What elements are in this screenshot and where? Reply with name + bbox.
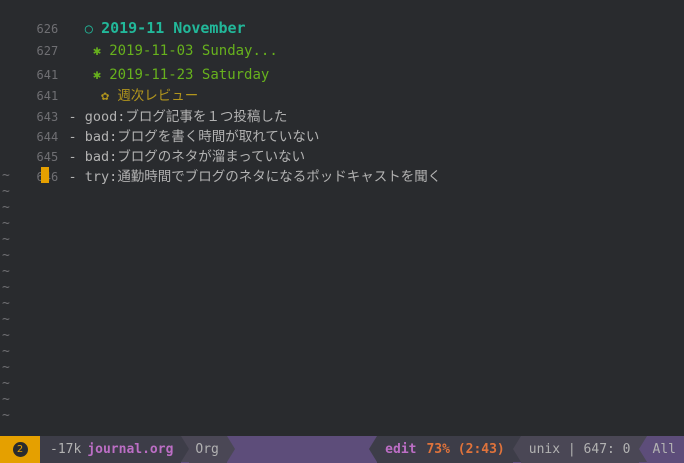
empty-line-marker: ~ xyxy=(2,296,10,311)
empty-line-marker: ~ xyxy=(2,360,10,375)
empty-line-marker: ~ xyxy=(2,200,10,215)
version-control-state[interactable]: edit xyxy=(377,436,427,463)
org-heading-level1[interactable]: 626 ○ 2019-11 November xyxy=(0,0,684,37)
org-heading-level2[interactable]: 627 ✱ 2019-11-03 Sunday... xyxy=(0,21,684,59)
list-item[interactable]: 646- try:通勤時間でブログのネタになるポッドキャストを聞く xyxy=(0,147,684,185)
empty-line-marker: ~ xyxy=(2,232,10,247)
evil-state-indicator[interactable]: 2 xyxy=(0,436,40,463)
org-heading-level3[interactable]: 641 ✿ 週次レビュー xyxy=(0,66,684,104)
powerline-separator xyxy=(369,436,378,462)
powerline-separator xyxy=(181,436,190,462)
empty-line-marker: ~ xyxy=(2,392,10,407)
list-item[interactable]: 643- good:ブログ記事を１つ投稿した xyxy=(0,87,684,125)
encoding-line-info[interactable]: unix | 647: 0 xyxy=(520,436,639,463)
empty-line-marker: ~ xyxy=(2,344,10,359)
empty-line-marker: ~ xyxy=(2,280,10,295)
empty-line-marker: ~ xyxy=(2,184,10,199)
list-key: try: xyxy=(84,169,118,185)
major-mode[interactable]: Org xyxy=(189,436,227,463)
empty-line-marker: ~ xyxy=(2,312,10,327)
powerline-separator xyxy=(638,436,647,462)
line-number: 646 xyxy=(33,167,69,187)
empty-line-marker: ~ xyxy=(2,168,10,183)
list-item[interactable]: 644- bad:ブログを書く時間が取れていない xyxy=(0,107,684,145)
empty-line-marker: ~ xyxy=(2,248,10,263)
empty-line-marker: ~ xyxy=(2,328,10,343)
text-cursor xyxy=(41,167,49,183)
window-number-badge: 2 xyxy=(12,442,28,457)
scroll-position: All xyxy=(646,436,684,463)
list-item[interactable]: 645- bad:ブログのネタが溜まっていない xyxy=(0,127,684,165)
buffer-info[interactable]: - 17k journal.org xyxy=(40,436,182,463)
empty-line-marker: ~ xyxy=(2,376,10,391)
powerline-separator xyxy=(226,436,235,462)
empty-line-marker: ~ xyxy=(2,408,10,423)
empty-line-marker: ~ xyxy=(2,264,10,279)
mode-line: 2 - 17k journal.org Org edit 73% (2:43) u… xyxy=(0,436,684,463)
list-text: 通勤時間でブログのネタになるポッドキャストを聞く xyxy=(117,169,442,185)
buffer-size: 17k xyxy=(57,442,82,457)
cursor-position[interactable]: 73% (2:43) xyxy=(426,436,513,463)
empty-line-marker: ~ xyxy=(2,216,10,231)
mode-line-spacer xyxy=(234,436,370,463)
list-dash: - xyxy=(68,169,77,185)
powerline-separator xyxy=(512,436,521,462)
org-heading-level2[interactable]: 641 ✱ 2019-11-23 Saturday xyxy=(0,45,684,83)
modified-flag: - xyxy=(50,442,58,457)
buffer-filename[interactable]: journal.org xyxy=(87,442,173,457)
editor-buffer[interactable]: 626 ○ 2019-11 November 627 ✱ 2019-11-03 … xyxy=(0,0,684,436)
